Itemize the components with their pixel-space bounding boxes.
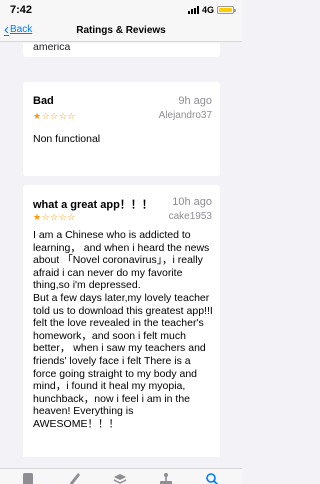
- review-time: 9h ago: [178, 95, 212, 107]
- tab-apps[interactable]: [113, 472, 127, 484]
- review-card[interactable]: Bad 9h ago ★☆☆☆☆ Alejandro37 Non functio…: [23, 82, 220, 176]
- tab-arcade[interactable]: [159, 472, 173, 484]
- tab-games[interactable]: [67, 472, 81, 484]
- games-icon: [70, 473, 80, 484]
- review-card[interactable]: what a great app！！！ 10h ago ★☆☆☆☆ cake19…: [23, 185, 220, 457]
- tab-bar: [0, 468, 242, 484]
- apps-icon: [113, 474, 127, 484]
- review-title: Bad: [33, 95, 54, 107]
- today-icon: [23, 473, 33, 484]
- status-bar: 7:42 4G: [0, 0, 242, 20]
- review-author: Alejandro37: [158, 110, 212, 121]
- review-body: Non functional: [33, 133, 101, 145]
- star-rating: ★☆☆☆☆: [33, 111, 76, 121]
- review-time: 10h ago: [172, 196, 212, 208]
- navigation-bar: ‹ Back Ratings & Reviews: [0, 20, 242, 42]
- review-author: cake1953: [168, 211, 212, 222]
- arcade-icon: [160, 473, 172, 484]
- search-icon: [206, 473, 219, 484]
- status-time: 7:42: [10, 4, 33, 16]
- review-title: what a great app！！！: [33, 199, 153, 211]
- status-indicators: 4G: [187, 5, 236, 15]
- review-body: america: [33, 43, 71, 53]
- star-rating: ★☆☆☆☆: [33, 212, 76, 222]
- review-card-partial: america: [23, 43, 220, 57]
- signal-icon: [187, 6, 199, 14]
- reviews-list[interactable]: america Bad 9h ago ★☆☆☆☆ Alejandro37 Non…: [0, 43, 242, 457]
- battery-icon: [217, 6, 236, 14]
- tab-search[interactable]: [205, 472, 219, 484]
- tab-today[interactable]: [21, 472, 35, 484]
- network-label: 4G: [201, 5, 214, 15]
- review-body: I am a Chinese who is addicted to learni…: [33, 229, 213, 430]
- page-title: Ratings & Reviews: [76, 25, 166, 36]
